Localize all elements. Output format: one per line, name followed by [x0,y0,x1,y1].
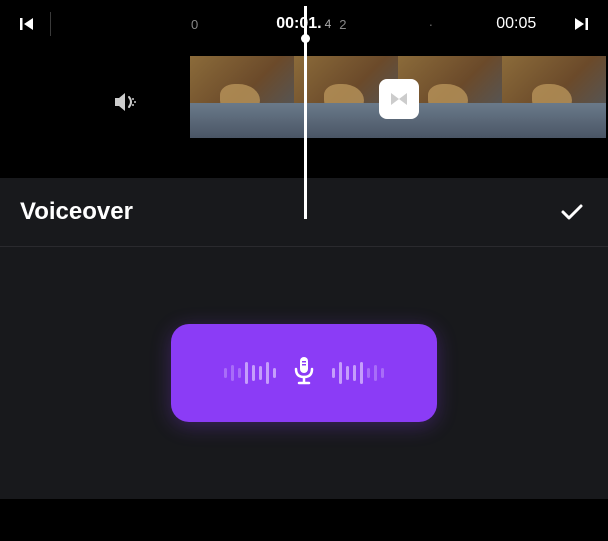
timeline-area[interactable] [0,48,608,178]
time-dot: · [429,16,434,32]
waveform-right [332,362,384,384]
record-area [0,247,608,499]
record-button[interactable] [171,324,437,422]
divider [50,12,51,36]
microphone-icon-wrap [290,355,318,392]
prev-frame-icon [19,15,37,33]
volume-button[interactable] [109,86,141,118]
next-frame-button[interactable] [568,12,592,36]
waveform-left [224,362,276,384]
time-marker-2: 2 [339,17,346,32]
prev-frame-button[interactable] [16,12,40,36]
playhead[interactable] [304,6,307,219]
transition-icon [387,87,411,111]
checkmark-icon [558,198,586,226]
current-time-decimal: 4 [325,17,332,31]
confirm-button[interactable] [556,196,588,228]
current-time-main: 00:01. [276,15,321,33]
video-clip[interactable] [190,56,294,138]
end-time: 00:05 [496,15,536,33]
time-marker-0: 0 [191,17,198,32]
transition-button[interactable] [379,79,419,119]
microphone-icon [290,355,318,387]
panel-title: Voiceover [20,198,133,226]
volume-icon [111,88,139,116]
video-clip[interactable] [502,56,606,138]
bottom-bar [0,499,608,539]
next-frame-icon [571,15,589,33]
